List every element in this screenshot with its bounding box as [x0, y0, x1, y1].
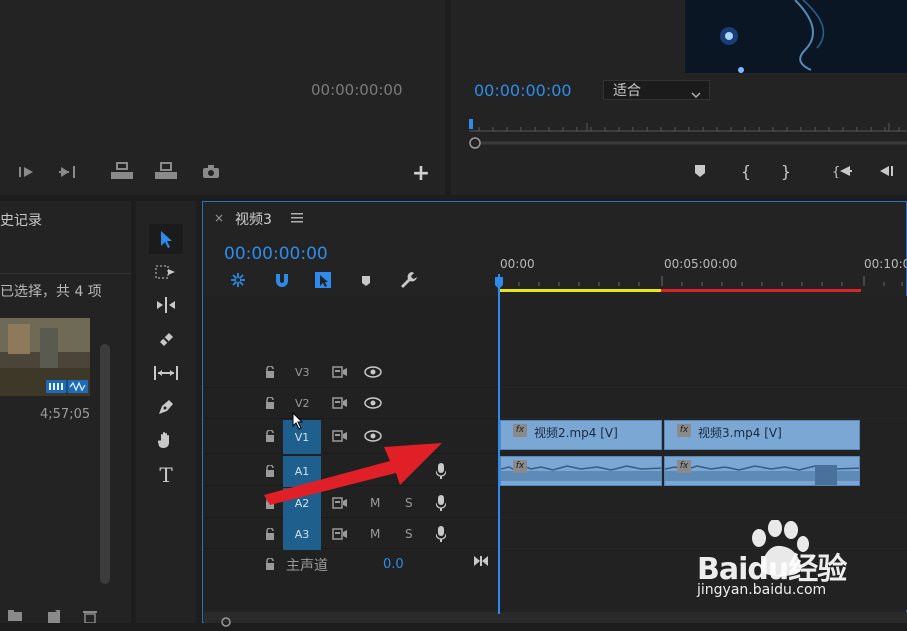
audio-clip-2[interactable]: fx — [664, 456, 860, 486]
selection-tool-icon[interactable] — [149, 224, 183, 254]
video-clip-1[interactable]: fx 视频2.mp4 [V] — [500, 420, 662, 450]
track-a3-header: A3 M S — [204, 519, 498, 550]
go-to-out-icon[interactable] — [58, 162, 80, 182]
program-timecode[interactable]: 00:00:00:00 — [474, 81, 572, 100]
fx-badge-icon: fx — [677, 460, 691, 473]
solo-button[interactable]: S — [405, 527, 413, 541]
project-tab-label[interactable]: 史记录 — [0, 210, 42, 230]
timeline-timecode[interactable]: 00:00:00:00 — [224, 244, 328, 264]
type-tool-icon[interactable]: T — [153, 463, 179, 487]
add-marker-icon[interactable] — [691, 162, 709, 180]
video-clip-2-label: 视频3.mp4 [V] — [698, 426, 782, 440]
step-back-icon[interactable] — [875, 162, 897, 180]
fit-select-value: 适合 — [613, 83, 641, 99]
camera-icon[interactable] — [200, 162, 222, 182]
master-volume-value[interactable]: 0.0 — [383, 557, 404, 572]
close-tab-icon[interactable]: × — [213, 211, 225, 225]
video-clip-1-label: 视频2.mp4 [V] — [534, 426, 618, 440]
project-tab-divider — [0, 273, 131, 274]
mic-icon[interactable] — [434, 525, 448, 543]
annotation-arrow — [260, 425, 460, 505]
fx-badge-icon: fx — [513, 460, 527, 473]
go-to-in-icon[interactable]: { — [831, 162, 855, 180]
track-a3-target[interactable]: A3 — [283, 519, 321, 550]
lock-icon[interactable] — [264, 557, 276, 571]
master-track-header: 主声道 0.0 — [204, 550, 498, 580]
wrench-settings-icon[interactable] — [398, 270, 420, 290]
end-marker-icon — [472, 554, 490, 568]
lock-icon[interactable] — [264, 365, 276, 379]
track-v2-label: V2 — [295, 397, 310, 410]
selection-status: 已选择，共 4 项 — [0, 284, 102, 300]
ripple-edit-tool-icon[interactable] — [153, 294, 179, 316]
fx-badge-icon: fx — [513, 424, 527, 437]
razor-tool-icon[interactable] — [153, 328, 179, 350]
fit-select[interactable]: 适合 — [603, 80, 710, 100]
svg-text:{: { — [832, 165, 840, 178]
project-scrollbar[interactable] — [100, 344, 110, 584]
trash-icon[interactable] — [82, 610, 98, 623]
new-bin-icon[interactable] — [6, 608, 24, 622]
track-v2-header: V2 — [204, 389, 498, 419]
eye-icon[interactable] — [364, 364, 382, 380]
timeline-bottom-scrollbar[interactable] — [204, 612, 907, 627]
source-timecode: 00:00:00:00 — [311, 81, 403, 99]
program-ruler[interactable] — [469, 118, 907, 132]
master-track-label: 主声道 — [286, 558, 328, 574]
playhead[interactable] — [498, 274, 500, 614]
overwrite-icon[interactable] — [152, 160, 180, 182]
timeline-ruler-label-1: 00:05:00:00 — [664, 257, 738, 271]
audio-video-badge-icon — [46, 378, 88, 393]
track-v3-header: V3 — [204, 358, 498, 388]
audio-clip-1[interactable]: fx — [500, 456, 662, 486]
sync-lock-icon[interactable] — [332, 396, 348, 410]
timeline-ruler-label-0: 00:00 — [500, 257, 535, 271]
lane-v3[interactable] — [499, 358, 907, 388]
mute-button[interactable]: M — [370, 527, 380, 541]
video-clip-2[interactable]: fx 视频3.mp4 [V] — [664, 420, 860, 450]
program-video-preview — [685, 0, 907, 73]
track-v3-label: V3 — [295, 366, 310, 379]
timeline-tab-label[interactable]: 视频3 — [235, 209, 272, 229]
lock-icon[interactable] — [264, 527, 276, 541]
linked-selection-icon[interactable] — [312, 271, 334, 289]
new-item-icon[interactable] — [46, 610, 62, 623]
add-marker-timeline-icon[interactable] — [358, 273, 374, 289]
fx-badge-icon: fx — [677, 424, 691, 437]
nest-sequence-icon[interactable] — [228, 271, 248, 289]
insert-icon[interactable] — [108, 160, 136, 182]
source-monitor: 00:00:00:00 + — [0, 0, 445, 195]
watermark: Baidu经验 jingyan.baidu.com — [697, 520, 907, 600]
lane-v2[interactable] — [499, 389, 907, 419]
step-forward-icon[interactable] — [16, 162, 38, 182]
project-panel: 史记录 已选择，共 4 项 4;57;05 — [0, 201, 131, 623]
program-scrollbar[interactable] — [469, 134, 907, 149]
watermark-url: jingyan.baidu.com — [697, 582, 827, 598]
timeline-ruler[interactable] — [499, 274, 907, 296]
mouse-cursor-icon — [292, 411, 304, 430]
track-select-tool-icon[interactable] — [153, 261, 179, 283]
sync-lock-icon[interactable] — [332, 365, 348, 379]
tools-panel: T — [136, 201, 196, 623]
pen-tool-icon[interactable] — [153, 396, 179, 418]
slip-tool-icon[interactable] — [151, 362, 181, 384]
mark-out-icon[interactable]: } — [777, 161, 795, 181]
clip-duration: 4;57;05 — [40, 407, 91, 422]
lane-a2[interactable] — [499, 488, 907, 518]
snap-magnet-icon[interactable] — [272, 271, 292, 289]
eye-icon[interactable] — [364, 395, 382, 411]
timeline-ruler-label-2: 00:10:0 — [864, 257, 907, 271]
program-monitor: 00:00:00:00 适合 {} { — [451, 0, 907, 195]
mark-in-icon[interactable]: { — [737, 161, 755, 181]
playhead-handle-icon[interactable] — [495, 274, 503, 289]
lock-icon[interactable] — [264, 396, 276, 410]
add-button-icon[interactable]: + — [410, 161, 432, 186]
sync-lock-icon[interactable] — [332, 527, 348, 541]
panel-menu-icon[interactable] — [290, 211, 304, 225]
hand-tool-icon[interactable] — [153, 429, 179, 451]
chevron-down-icon — [691, 84, 701, 103]
